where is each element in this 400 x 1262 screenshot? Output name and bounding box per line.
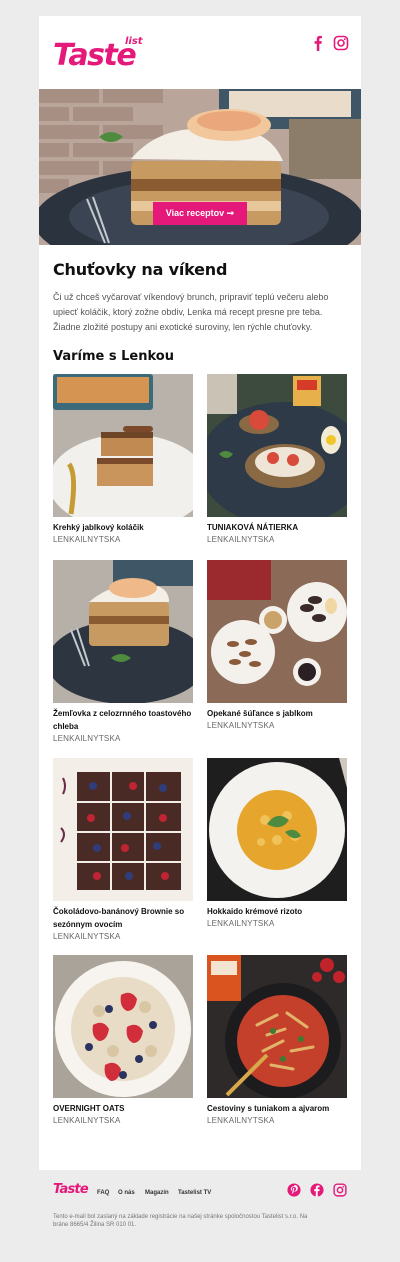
recipe-name[interactable]: TUNIAKOVÁ NÁTIERKA: [207, 521, 347, 534]
email-card: Taste list Viac receptov ➞ Chuťovky na v…: [39, 16, 361, 1170]
recipe-image[interactable]: [53, 758, 193, 901]
recipe-image[interactable]: [207, 955, 347, 1098]
footer-link-tv[interactable]: Tastelist TV: [178, 1190, 211, 1196]
recipe-name[interactable]: Žemľovka z celozrnného toastového chleba: [53, 707, 193, 733]
logo-sub: list: [125, 36, 143, 47]
section-title: Varíme s Lenkou: [53, 349, 174, 364]
pinterest-icon[interactable]: [287, 1183, 301, 1197]
recipe-author: LENKAILNYTSKA: [53, 734, 121, 743]
tastelist-logo[interactable]: Taste list: [53, 36, 148, 76]
recipe-name[interactable]: Hokkaido krémové rizoto: [207, 905, 347, 918]
footer-link-about[interactable]: O nás: [118, 1190, 135, 1196]
recipe-author: LENKAILNYTSKA: [53, 535, 121, 544]
facebook-icon[interactable]: [310, 35, 326, 51]
recipe-author: LENKAILNYTSKA: [207, 1116, 275, 1125]
recipe-name[interactable]: Cestoviny s tuniakom a ajvarom: [207, 1102, 347, 1115]
recipe-image[interactable]: [53, 955, 193, 1098]
more-recipes-button[interactable]: Viac receptov ➞: [153, 202, 247, 225]
recipe-name[interactable]: OVERNIGHT OATS: [53, 1102, 193, 1115]
recipe-name[interactable]: Čokoládovo-banánový Brownie so sezónnym …: [53, 905, 193, 931]
recipe-author: LENKAILNYTSKA: [207, 535, 275, 544]
instagram-icon[interactable]: [333, 35, 349, 51]
recipe-image[interactable]: [53, 374, 193, 517]
email-header: Taste list: [39, 16, 361, 90]
recipe-author: LENKAILNYTSKA: [53, 932, 121, 941]
facebook-icon[interactable]: [310, 1183, 324, 1197]
recipe-author: LENKAILNYTSKA: [207, 721, 275, 730]
footer-logo[interactable]: Taste: [53, 1182, 89, 1197]
recipe-image[interactable]: [207, 560, 347, 703]
recipe-image[interactable]: [53, 560, 193, 703]
hero-image: Viac receptov ➞: [39, 89, 361, 245]
recipe-author: LENKAILNYTSKA: [207, 919, 275, 928]
page-title: Chuťovky na víkend: [53, 260, 228, 279]
logo-word: Taste: [53, 38, 137, 73]
recipe-name[interactable]: Opekané šúľance s jablkom: [207, 707, 347, 720]
instagram-icon[interactable]: [333, 1183, 347, 1197]
recipe-author: LENKAILNYTSKA: [53, 1116, 121, 1125]
recipe-image[interactable]: [207, 758, 347, 901]
footer-note: Tento e-mail bol zaslaný na základe regi…: [53, 1214, 308, 1228]
intro-text: Či už chceš vyčarovať víkendový brunch, …: [53, 292, 329, 332]
footer-link-magazine[interactable]: Magazín: [145, 1190, 169, 1196]
recipe-name[interactable]: Krehký jablkový koláčik: [53, 521, 193, 534]
recipe-image[interactable]: [207, 374, 347, 517]
footer-link-faq[interactable]: FAQ: [97, 1190, 109, 1196]
